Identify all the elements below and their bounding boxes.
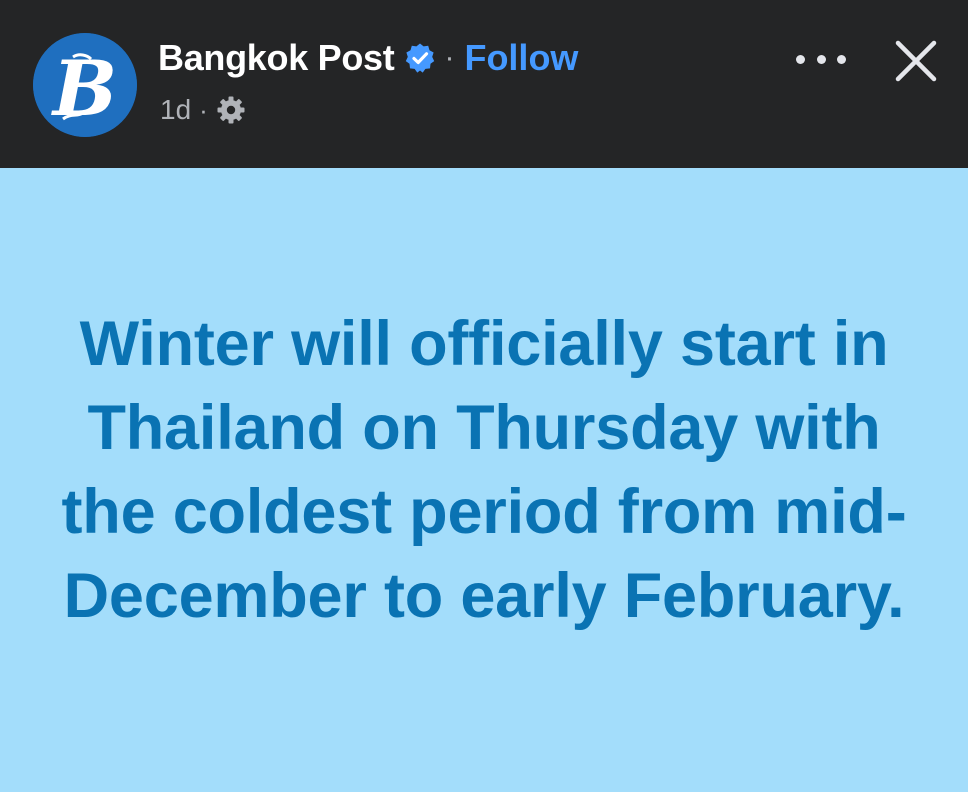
more-dot: [796, 54, 805, 64]
follow-button[interactable]: Follow: [464, 37, 578, 79]
post-content[interactable]: Winter will officially start in Thailand…: [0, 168, 968, 792]
post-text: Winter will officially start in Thailand…: [61, 309, 907, 631]
page-avatar[interactable]: B: [33, 33, 137, 137]
page-name-row: Bangkok Post · Follow: [158, 33, 578, 83]
more-dot: [816, 54, 826, 64]
post-header: B Bangkok Post · Follow 1d ·: [0, 0, 968, 168]
close-icon[interactable]: [893, 38, 939, 84]
name-separator: ·: [444, 41, 455, 74]
more-dot: [837, 54, 846, 64]
post-timestamp[interactable]: 1d: [160, 94, 191, 126]
svg-text:B: B: [51, 44, 117, 133]
more-options-icon[interactable]: [796, 44, 846, 74]
verified-badge-icon: [404, 42, 436, 74]
meta-separator: ·: [199, 94, 208, 125]
bangkok-post-logo-icon: B: [33, 33, 137, 137]
post-meta: 1d ·: [160, 90, 246, 130]
page-name[interactable]: Bangkok Post: [158, 37, 395, 79]
gear-icon[interactable]: [216, 95, 246, 125]
